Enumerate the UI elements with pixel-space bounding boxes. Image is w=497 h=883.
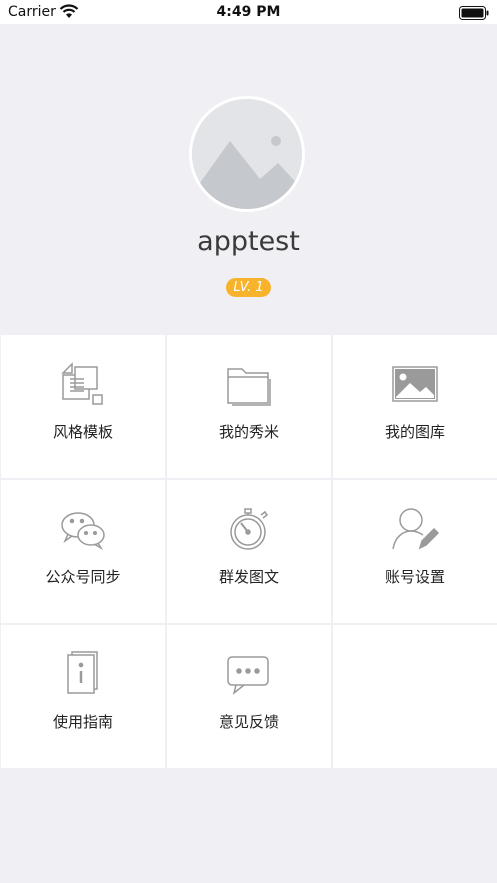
menu-item-mass-send[interactable]: 群发图文 [167,480,331,623]
status-bar: Carrier 4:49 PM [0,0,497,24]
feedback-icon [224,649,274,699]
level-badge: LV. 1 [226,278,271,297]
menu-item-label: 我的秀米 [218,423,279,441]
stopwatch-icon [224,504,274,554]
folder-icon [224,359,274,409]
menu-item-label: 使用指南 [52,713,113,731]
status-time: 4:49 PM [216,4,281,20]
profile-header: apptest LV. 1 [0,24,497,334]
menu-item-feedback[interactable]: 意见反馈 [167,625,331,768]
menu-item-user-guide[interactable]: 使用指南 [1,625,165,768]
wechat-icon [58,504,108,554]
image-gallery-icon [390,359,440,409]
menu-item-label: 公众号同步 [45,568,121,586]
menu-item-label: 风格模板 [52,423,113,441]
guide-book-icon [58,649,108,699]
empty-cell [333,625,497,768]
battery-icon [459,5,489,20]
menu-item-templates[interactable]: 风格模板 [1,335,165,478]
menu-item-label: 我的图库 [384,423,445,441]
user-edit-icon [390,504,440,554]
menu-item-label: 群发图文 [218,568,279,586]
menu-item-account-settings[interactable]: 账号设置 [333,480,497,623]
template-icon [58,359,108,409]
menu-item-label: 意见反馈 [218,713,279,731]
avatar-placeholder-icon [192,99,302,209]
avatar[interactable] [189,96,305,212]
menu-item-my-xiumi[interactable]: 我的秀米 [167,335,331,478]
menu-grid: 风格模板 我的秀米 我的图库 公众号同步 群发图文 账号设置 使用指南 意见反馈 [0,334,497,770]
menu-item-label: 账号设置 [384,568,445,586]
username: apptest [197,226,300,257]
menu-item-wechat-sync[interactable]: 公众号同步 [1,480,165,623]
menu-item-my-gallery[interactable]: 我的图库 [333,335,497,478]
